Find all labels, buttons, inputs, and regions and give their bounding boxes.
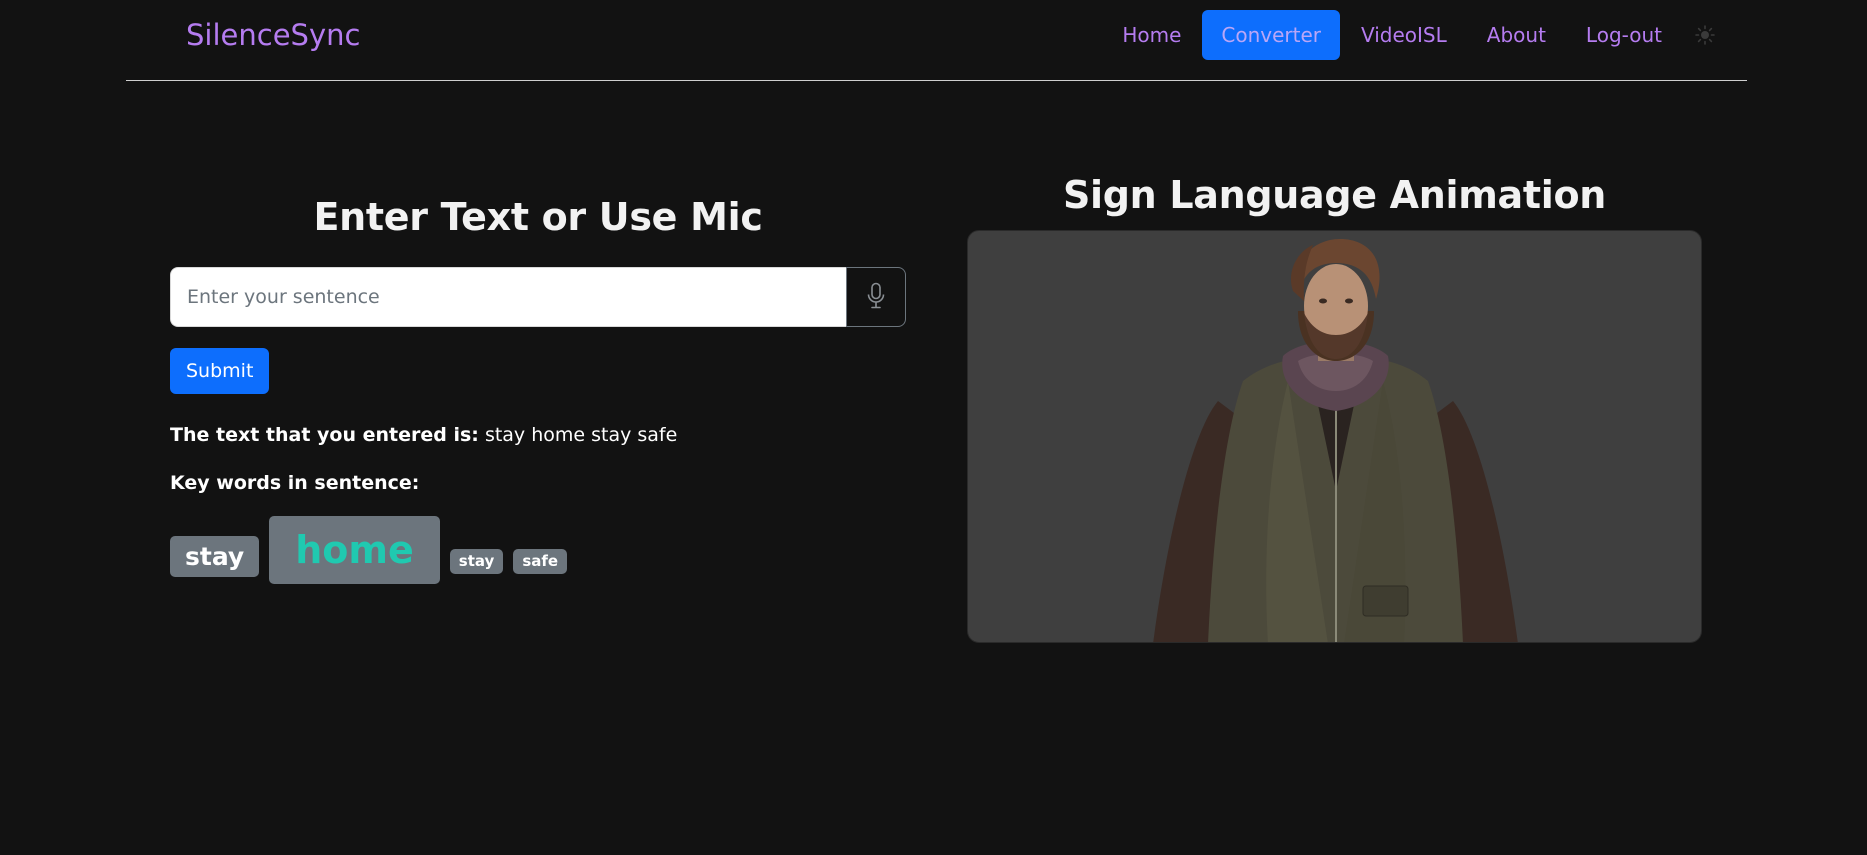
entered-text-line: The text that you entered is: stay home …: [170, 424, 906, 446]
keyword-badge-active: home: [269, 516, 440, 584]
sun-icon[interactable]: [1691, 21, 1719, 49]
nav-link-logout[interactable]: Log-out: [1567, 10, 1681, 60]
nav-link-converter[interactable]: Converter: [1202, 10, 1340, 60]
avatar-figure: [1153, 239, 1518, 642]
entered-text-value: stay home stay safe: [484, 424, 678, 446]
nav-links: Home Converter VideoISL About Log-out: [1101, 10, 1719, 60]
mic-button[interactable]: [846, 267, 906, 327]
microphone-icon: [866, 282, 886, 313]
sentence-input[interactable]: [170, 267, 846, 327]
nav-link-home[interactable]: Home: [1103, 10, 1200, 60]
navbar: SilenceSync Home Converter VideoISL Abou…: [126, 0, 1747, 81]
keyword-badge: safe: [513, 549, 568, 574]
converter-panel: Enter Text or Use Mic Submit The text th…: [170, 195, 906, 584]
animation-canvas[interactable]: [967, 230, 1702, 643]
sentence-input-group: [170, 267, 906, 327]
converter-title: Enter Text or Use Mic: [313, 195, 763, 239]
nav-link-videoisl[interactable]: VideoISL: [1342, 10, 1466, 60]
keyword-badge: stay: [170, 536, 260, 577]
brand-logo[interactable]: SilenceSync: [186, 18, 360, 52]
keyword-badge: stay: [449, 549, 504, 574]
entered-text-label: The text that you entered is:: [170, 424, 479, 446]
submit-button[interactable]: Submit: [170, 348, 270, 394]
animation-title: Sign Language Animation: [1062, 173, 1607, 217]
keywords-label: Key words in sentence:: [170, 472, 420, 494]
keywords-list: stay home stay safe: [170, 516, 906, 584]
nav-link-about[interactable]: About: [1468, 10, 1565, 60]
